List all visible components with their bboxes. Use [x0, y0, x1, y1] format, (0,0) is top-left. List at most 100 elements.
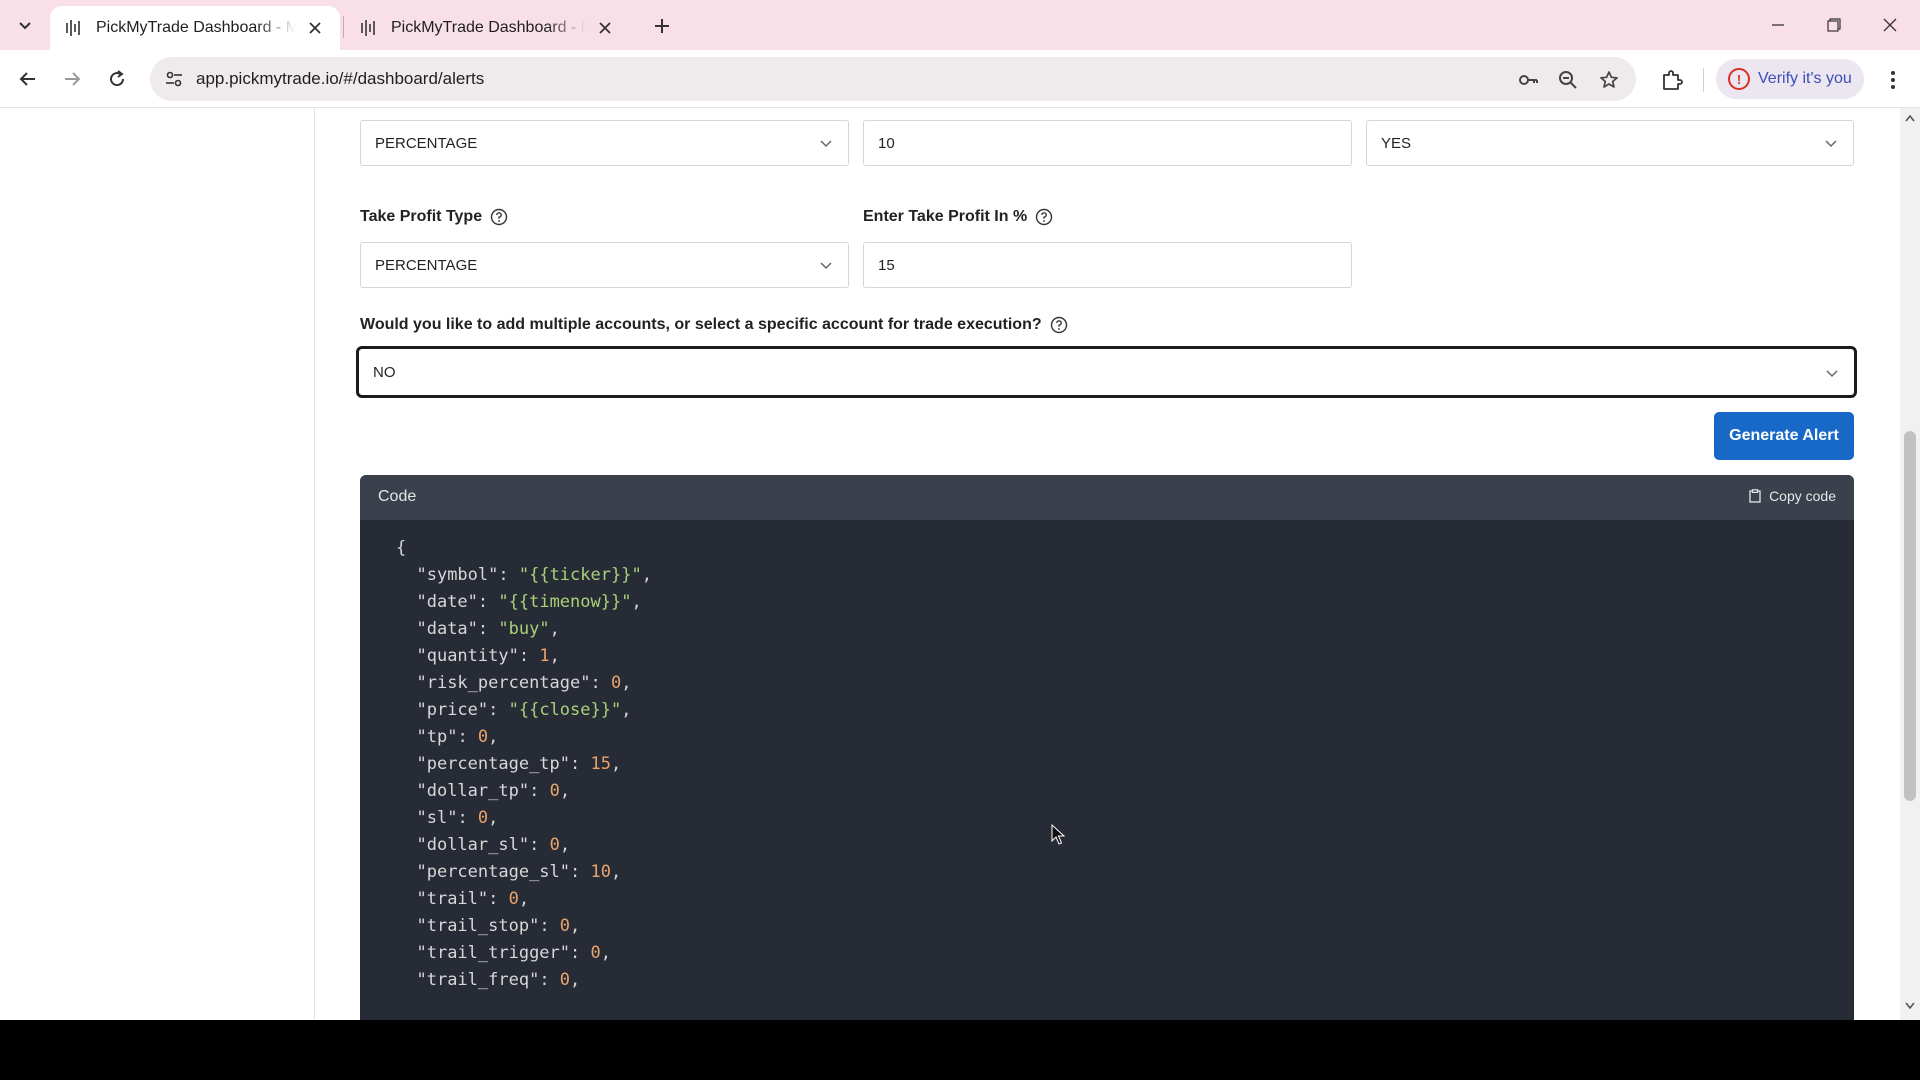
verify-label: Verify it's you: [1758, 70, 1852, 87]
code-value: 0: [610, 673, 622, 693]
copy-code-label: Copy code: [1769, 488, 1836, 504]
code-value: 1: [539, 646, 550, 666]
browser-menu-button[interactable]: [1878, 65, 1908, 95]
code-panel: Code Copy code { "symbol": "{{ticker}}",…: [360, 475, 1854, 1020]
code-line: "quantity": 1,: [416, 646, 560, 666]
code-value: 0: [477, 727, 489, 747]
stop-loss-type-select[interactable]: PERCENTAGE: [360, 120, 849, 166]
code-key: "trail_stop": [416, 916, 540, 936]
alert-icon: !: [1728, 68, 1750, 90]
forward-button[interactable]: [56, 63, 88, 95]
code-value: 0: [549, 781, 560, 801]
puzzle-icon: [1663, 70, 1683, 90]
input-value: 10: [878, 134, 895, 152]
yes-no-select[interactable]: YES: [1366, 120, 1854, 166]
key-icon[interactable]: [1515, 67, 1541, 93]
browser-tab[interactable]: PickMyTrade Dashboard - Manage Alerts: [345, 6, 630, 50]
chevron-down-icon: [1826, 370, 1838, 378]
code-line: "risk_percentage": 0,: [416, 673, 632, 693]
code-line: "trail_stop": 0,: [416, 916, 581, 936]
code-value: "buy": [498, 619, 550, 639]
help-icon[interactable]: [1035, 208, 1053, 226]
code-line: {: [396, 538, 407, 558]
toolbar-divider: [1703, 68, 1704, 92]
code-line: "dollar_sl": 0,: [416, 835, 571, 855]
chevron-down-icon: [820, 262, 832, 270]
reload-button[interactable]: [101, 63, 133, 95]
page-viewport: PERCENTAGE 10 YES Take Profit Type Enter…: [0, 108, 1920, 1020]
code-value: 0: [508, 889, 519, 909]
address-bar[interactable]: app.pickmytrade.io/#/dashboard/alerts: [150, 57, 1636, 101]
arrow-right-icon: [65, 72, 81, 86]
page-scrollbar[interactable]: [1900, 108, 1920, 1020]
take-profit-input[interactable]: 15: [863, 242, 1352, 288]
code-value: "{{timenow}}": [498, 592, 632, 612]
code-key: "symbol": [416, 565, 499, 585]
browser-tab-active[interactable]: PickMyTrade Dashboard - Manage Alerts: [50, 6, 340, 50]
code-key: "tp": [416, 727, 458, 747]
code-value: 0: [477, 808, 489, 828]
minimize-button[interactable]: [1750, 0, 1806, 50]
clipboard-icon: [1749, 489, 1761, 503]
scroll-up-icon[interactable]: [1905, 114, 1915, 122]
code-line: "percentage_sl": 10,: [416, 862, 622, 882]
help-icon[interactable]: [490, 208, 508, 226]
tab-title: PickMyTrade Dashboard - Manage Alerts: [96, 19, 296, 36]
arrow-left-icon: [19, 72, 35, 86]
code-key: "price": [416, 700, 489, 720]
close-icon[interactable]: [304, 17, 326, 39]
code-value: 0: [559, 970, 571, 990]
reload-icon: [110, 70, 125, 87]
scrollbar-thumb[interactable]: [1904, 431, 1916, 801]
back-button[interactable]: [12, 63, 44, 95]
code-key: "risk_percentage": [416, 673, 591, 693]
copy-code-button[interactable]: Copy code: [1749, 488, 1836, 504]
zoom-icon[interactable]: [1555, 67, 1581, 93]
browser-toolbar: app.pickmytrade.io/#/dashboard/alerts ! …: [0, 50, 1920, 108]
code-key: "trail": [416, 889, 489, 909]
sidebar: [0, 108, 315, 1020]
restore-button[interactable]: [1806, 0, 1862, 50]
code-key: "quantity": [416, 646, 519, 666]
code-key: "dollar_sl": [416, 835, 530, 855]
more-vertical-icon: [1891, 71, 1895, 89]
code-line: "data": "buy",: [416, 619, 560, 639]
code-key: "percentage_sl": [416, 862, 571, 882]
browser-tab-strip: PickMyTrade Dashboard - Manage Alerts Pi…: [0, 0, 1920, 50]
stop-loss-input[interactable]: 10: [863, 120, 1352, 166]
chevron-down-icon: [820, 140, 832, 148]
take-profit-type-select[interactable]: PERCENTAGE: [360, 242, 849, 288]
code-value: 15: [590, 754, 611, 774]
bookmark-star-icon[interactable]: [1596, 67, 1622, 93]
close-window-button[interactable]: [1862, 0, 1918, 50]
code-panel-header: Code Copy code: [360, 475, 1854, 520]
chevron-down-icon: [1825, 140, 1837, 148]
generate-alert-button[interactable]: Generate Alert: [1714, 412, 1854, 460]
scroll-down-icon[interactable]: [1905, 1002, 1915, 1010]
select-value: PERCENTAGE: [375, 134, 478, 152]
url-text: app.pickmytrade.io/#/dashboard/alerts: [196, 69, 485, 88]
code-line: "tp": 0,: [416, 727, 499, 747]
code-key: "dollar_tp": [416, 781, 530, 801]
code-line: "percentage_tp": 15,: [416, 754, 622, 774]
code-line: "trail_trigger": 0,: [416, 943, 611, 963]
code-line: "symbol": "{{ticker}}",: [416, 565, 652, 585]
new-tab-button[interactable]: [648, 12, 676, 40]
code-line: "sl": 0,: [416, 808, 499, 828]
code-key: "data": [416, 619, 478, 639]
restore-icon: [1827, 18, 1841, 32]
close-icon[interactable]: [594, 17, 616, 39]
tab-search-button[interactable]: [8, 10, 42, 40]
code-key: "date": [416, 592, 478, 612]
profile-verify-chip[interactable]: ! Verify it's you: [1716, 59, 1864, 99]
extensions-button[interactable]: [1657, 65, 1687, 95]
label-text: Take Profit Type: [360, 208, 483, 225]
select-value: NO: [373, 363, 396, 381]
code-panel-title: Code: [378, 488, 417, 505]
help-icon[interactable]: [1050, 316, 1068, 334]
code-key: "percentage_tp": [416, 754, 571, 774]
site-settings-icon[interactable]: [160, 65, 188, 93]
code-key: "trail_freq": [416, 970, 540, 990]
multi-account-select[interactable]: NO: [356, 346, 1857, 398]
plus-icon: [655, 19, 669, 33]
